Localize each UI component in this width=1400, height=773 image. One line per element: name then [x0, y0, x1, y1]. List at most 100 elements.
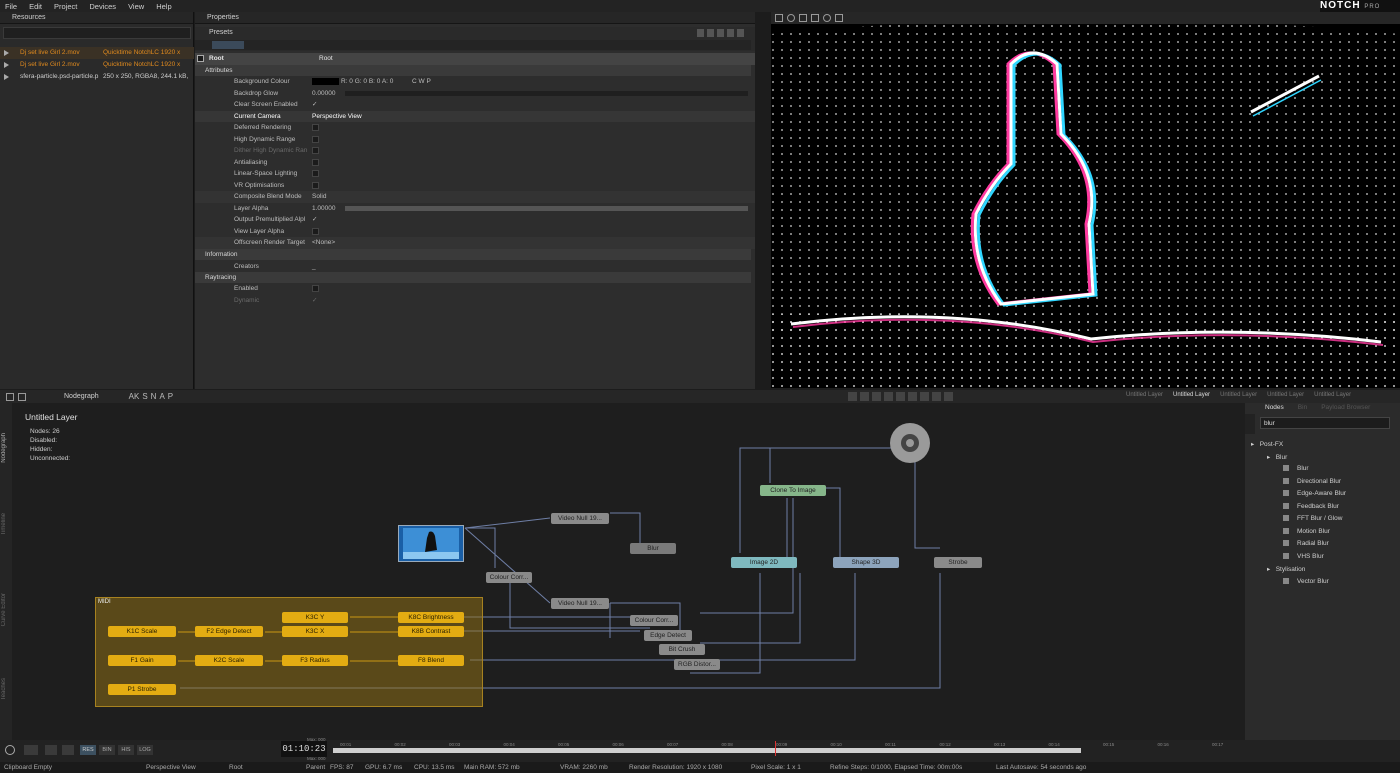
root-node[interactable] — [890, 423, 930, 463]
node-midi-f2-edge[interactable]: F2 Edge Detect — [195, 626, 263, 637]
colour-swatch[interactable] — [312, 78, 339, 85]
menu-file[interactable]: File — [5, 2, 17, 11]
prop-checkbox[interactable] — [312, 147, 319, 154]
tree-item-directional-blur[interactable]: Directional Blur — [1283, 478, 1341, 485]
search-icon[interactable] — [1245, 414, 1255, 434]
menu-edit[interactable]: Edit — [29, 2, 42, 11]
menu-project[interactable]: Project — [54, 2, 77, 11]
res-button[interactable]: RES — [80, 745, 96, 755]
root-checkbox[interactable] — [197, 55, 204, 62]
tree-item-vhs-blur[interactable]: VHS Blur — [1283, 553, 1324, 560]
tree-folder-blur[interactable]: ▸ Blur — [1267, 453, 1287, 461]
tree-item-radial-blur[interactable]: Radial Blur — [1283, 540, 1329, 547]
side-tab-curve-editor[interactable]: Curve Editor — [1, 593, 7, 626]
node-midi-k3c-y[interactable]: K3C Y — [282, 612, 348, 623]
prop-value[interactable]: 0.00000 — [312, 88, 336, 100]
node-edge-detect[interactable]: Edge Detect — [644, 630, 692, 641]
folder-icon[interactable] — [717, 29, 724, 37]
prop-checkbox[interactable] — [312, 170, 319, 177]
colour-modes[interactable]: C W P — [412, 76, 431, 88]
timecode-display[interactable]: 01:10:23 — [281, 741, 327, 757]
filter-icon[interactable] — [212, 41, 244, 49]
layer-tab[interactable]: Untitled Layer — [1267, 392, 1304, 398]
add-icon[interactable] — [697, 29, 704, 37]
prop-checkbox[interactable] — [312, 135, 319, 143]
his-button[interactable]: HIS — [118, 745, 134, 755]
node-midi-f8-blend[interactable]: F8 Blend — [398, 655, 464, 666]
blend-mode-select[interactable]: Solid — [312, 191, 326, 203]
prop-checkbox[interactable]: ✓ — [312, 214, 317, 226]
target-tool-icon[interactable] — [823, 14, 831, 22]
video-source-node[interactable] — [398, 525, 464, 562]
bin-button[interactable]: BIN — [99, 745, 115, 755]
scale-tool-icon[interactable] — [799, 14, 807, 22]
node-bit-crush[interactable]: Bit Crush — [659, 644, 705, 655]
go-end-icon[interactable] — [944, 392, 953, 401]
render-viewport[interactable] — [771, 24, 1400, 388]
node-blur[interactable]: Blur — [630, 543, 676, 554]
tree-item-edge-aware-blur[interactable]: Edge-Aware Blur — [1283, 490, 1346, 497]
snap-p-tool[interactable]: P — [168, 392, 173, 401]
prop-checkbox[interactable]: ✓ — [312, 295, 317, 307]
layer-tab-active[interactable]: Untitled Layer — [1173, 392, 1210, 398]
nodegraph-canvas[interactable]: Untitled Layer Nodes: 26 Disabled: Hidde… — [0, 403, 1245, 740]
node-midi-k8b-contrast[interactable]: K8B Contrast — [398, 626, 464, 637]
prop-checkbox[interactable] — [312, 227, 319, 235]
section-raytracing[interactable]: Raytracing — [195, 272, 751, 283]
heart-icon[interactable] — [727, 29, 734, 37]
layer-tab[interactable]: Untitled Layer — [1220, 392, 1257, 398]
play-icon[interactable] — [4, 74, 9, 80]
next-key-icon[interactable] — [932, 392, 941, 401]
copy-icon[interactable] — [18, 392, 26, 401]
help-icon[interactable] — [737, 29, 744, 37]
play-icon[interactable] — [896, 392, 905, 401]
tab-payload-browser[interactable]: Payload Browser — [1321, 404, 1370, 411]
grid-tool-icon[interactable] — [835, 14, 843, 22]
prop-slider[interactable] — [345, 205, 748, 211]
tree-folder-postfx[interactable]: ▸ Post-FX — [1251, 440, 1283, 448]
log-button[interactable]: LOG — [137, 745, 153, 755]
rewind-icon[interactable] — [872, 392, 881, 401]
menu-devices[interactable]: Devices — [89, 2, 116, 11]
snap-n-tool[interactable]: N — [151, 392, 157, 401]
camera-tool-icon[interactable] — [811, 14, 819, 22]
play-icon[interactable] — [4, 62, 9, 68]
resource-item[interactable]: Dj set live Girl 2.mov Quicktime NotchLC… — [0, 47, 194, 59]
devices-icon[interactable] — [24, 745, 38, 755]
node-midi-f3-radius[interactable]: F3 Radius — [282, 655, 348, 666]
root-row[interactable]: Root Root — [195, 53, 755, 65]
node-midi-p1-strobe[interactable]: P1 Strobe — [108, 684, 176, 695]
tab-bin[interactable]: Bin — [1298, 404, 1307, 411]
node-colour-correct[interactable]: Colour Corr... — [630, 615, 678, 626]
play-icon[interactable] — [4, 50, 9, 56]
node-video-null[interactable]: Video Null 19... — [551, 513, 609, 524]
prop-checkbox[interactable] — [312, 285, 319, 292]
step-forward-icon[interactable] — [908, 392, 917, 401]
tree-item-fft-blur[interactable]: FFT Blur / Glow — [1283, 515, 1342, 522]
add-preset-icon[interactable] — [707, 29, 714, 37]
resource-item[interactable]: sfera-particle.psd-particle.p 250 x 250,… — [0, 71, 194, 83]
node-colour-correct[interactable]: Colour Corr... — [486, 572, 532, 583]
tree-folder-stylisation[interactable]: ▸ Stylisation — [1267, 565, 1305, 573]
tree-item-blur[interactable]: Blur — [1283, 465, 1309, 472]
node-midi-k8c-brightness[interactable]: K8C Brightness — [398, 612, 464, 623]
layer-tab[interactable]: Untitled Layer — [1126, 392, 1163, 398]
snap-a-tool[interactable]: A — [159, 392, 164, 401]
node-strobe[interactable]: Strobe — [934, 557, 982, 568]
layout-icon[interactable] — [6, 392, 14, 401]
tree-item-vector-blur[interactable]: Vector Blur — [1283, 578, 1329, 585]
tree-item-feedback-blur[interactable]: Feedback Blur — [1283, 503, 1339, 510]
section-information[interactable]: Information — [195, 249, 751, 260]
node-image-2d[interactable]: Image 2D — [731, 557, 797, 568]
fast-forward-icon[interactable] — [920, 392, 929, 401]
ak-tool[interactable]: AK — [129, 392, 140, 401]
node-midi-k3c-x[interactable]: K3C X — [282, 626, 348, 637]
layer-tab[interactable]: Untitled Layer — [1314, 392, 1351, 398]
node-shape-3d[interactable]: Shape 3D — [833, 557, 899, 568]
section-attributes[interactable]: Attributes — [195, 65, 751, 76]
select-tool-icon[interactable] — [775, 14, 783, 22]
prop-checkbox[interactable]: ✓ — [312, 99, 317, 111]
resources-search-input[interactable] — [3, 27, 191, 39]
render-target-select[interactable]: <None> — [312, 237, 335, 249]
prop-value[interactable]: 1.00000 — [312, 203, 336, 215]
